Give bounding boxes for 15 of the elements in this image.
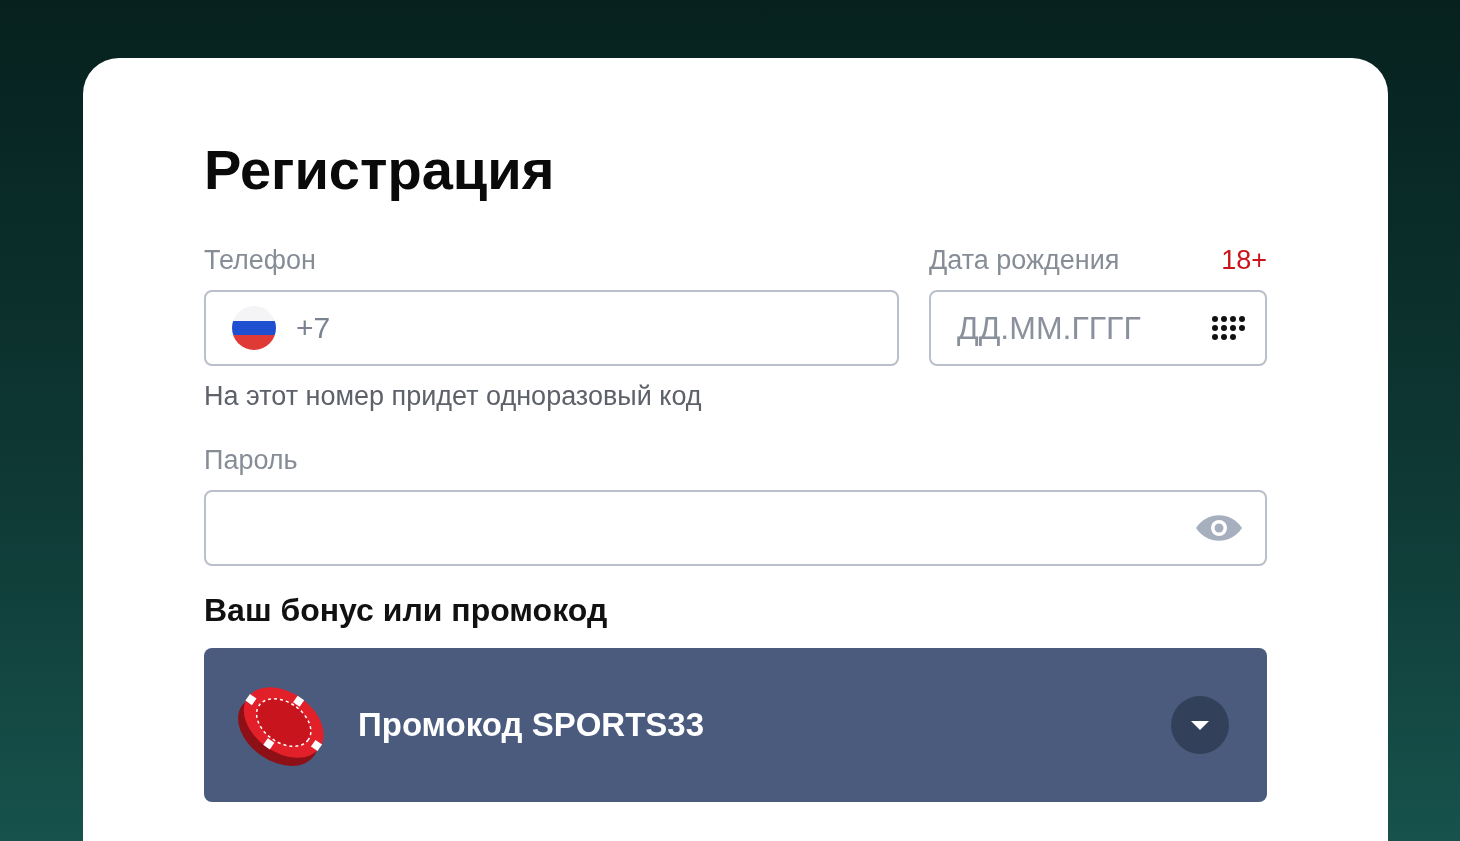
- field-label: Пароль: [204, 444, 298, 476]
- hint-text: На этот номер придет одноразовый код: [204, 380, 703, 412]
- caret-icon[interactable]: [1171, 696, 1229, 754]
- field-label: Телефон: [204, 244, 316, 276]
- phone-field[interactable]: +7: [204, 290, 899, 366]
- date-field[interactable]: ДД.ММ.ГГГГ: [929, 290, 1267, 366]
- field-label: Дата рождения: [929, 244, 1120, 276]
- bonus-dropdown[interactable]: Промокод SPORTS33: [204, 648, 1267, 802]
- password-field[interactable]: [204, 490, 1267, 566]
- phone-prefix: +7: [296, 311, 331, 345]
- section-heading: Ваш бонус или промокод: [204, 592, 609, 628]
- page-title: Регистрация: [204, 138, 556, 202]
- keypad-icon[interactable]: [1211, 316, 1245, 340]
- age-label: 18+: [1221, 244, 1267, 276]
- flag-icon: [232, 306, 276, 350]
